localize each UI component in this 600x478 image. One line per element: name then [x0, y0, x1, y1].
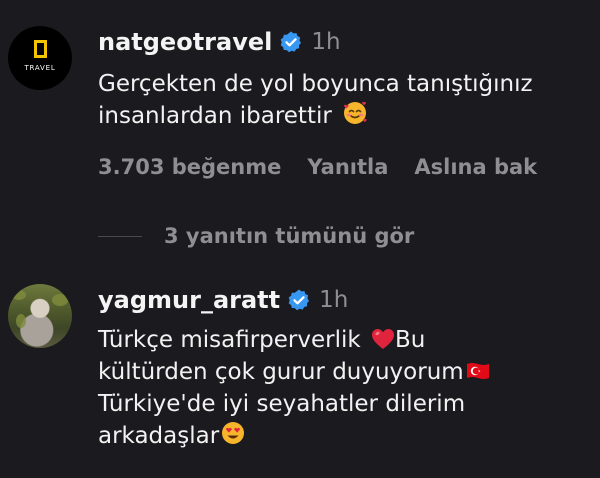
comment-line-with-emoji: arkadaşlar [98, 420, 593, 452]
comment-line: insanlardan ibarettir [98, 103, 332, 129]
smiling-face-with-hearts-icon [344, 101, 367, 124]
comment-actions: 3.703 beğenme Yanıtla Aslına bak [98, 155, 563, 179]
comment-text: Gerçekten de yol boyunca tanıştığınız in… [98, 68, 593, 132]
avatar-photo-detail [12, 290, 26, 300]
reply-button[interactable]: Yanıtla [307, 155, 388, 179]
comment-line-with-emoji: Türkçe misafirperverlik Bu [98, 324, 593, 356]
avatar-yagmur-aratt[interactable] [8, 284, 72, 348]
red-heart-icon [372, 329, 395, 349]
avatar-label: TRAVEL [24, 64, 56, 72]
comment-header: yagmur_aratt 1h [98, 286, 348, 314]
comment-line: Gerçekten de yol boyunca tanıştığınız [98, 71, 533, 97]
comment-line: kültürden çok gurur duyuyorum [98, 359, 464, 385]
comment-line: Türkiye'de iyi seyahatler dilerim [98, 391, 466, 417]
view-replies-label: 3 yanıtın tümünü gör [164, 224, 415, 248]
comment-header: natgeotravel 1h [98, 28, 341, 56]
comment-yagmur-aratt: yagmur_aratt 1h Türkçe misafirperverlik … [0, 250, 600, 478]
replies-divider [98, 235, 142, 237]
avatar-photo-detail [52, 294, 68, 306]
timestamp: 1h [311, 29, 341, 55]
comment-line-with-emoji: insanlardan ibarettir [98, 100, 593, 132]
comment-natgeotravel: TRAVEL natgeotravel 1h Gerçekten de yol … [0, 0, 600, 250]
username[interactable]: natgeotravel [98, 28, 272, 56]
comment-line-with-emoji: kültürden çok gurur duyuyorum [98, 356, 593, 388]
turkey-flag-icon [466, 363, 489, 379]
username[interactable]: yagmur_aratt [98, 286, 280, 314]
verified-badge-icon [288, 289, 310, 311]
comment-text: Türkçe misafirperverlik Bu kültürden çok… [98, 324, 593, 452]
likes-count-button[interactable]: 3.703 beğenme [98, 155, 281, 179]
heart-eyes-face-icon [222, 422, 245, 444]
comment-line: Türkçe misafirperverlik [98, 327, 361, 353]
view-replies-button[interactable]: 3 yanıtın tümünü gör [98, 224, 414, 248]
comment-line: arkadaşlar [98, 423, 220, 449]
verified-badge-icon [281, 31, 302, 53]
comment-line: Bu [395, 327, 426, 353]
natgeo-logo-icon [33, 40, 47, 58]
see-original-button[interactable]: Aslına bak [414, 155, 537, 179]
avatar-natgeotravel[interactable]: TRAVEL [8, 26, 72, 90]
avatar-photo-detail [16, 314, 26, 328]
timestamp: 1h [319, 287, 349, 313]
